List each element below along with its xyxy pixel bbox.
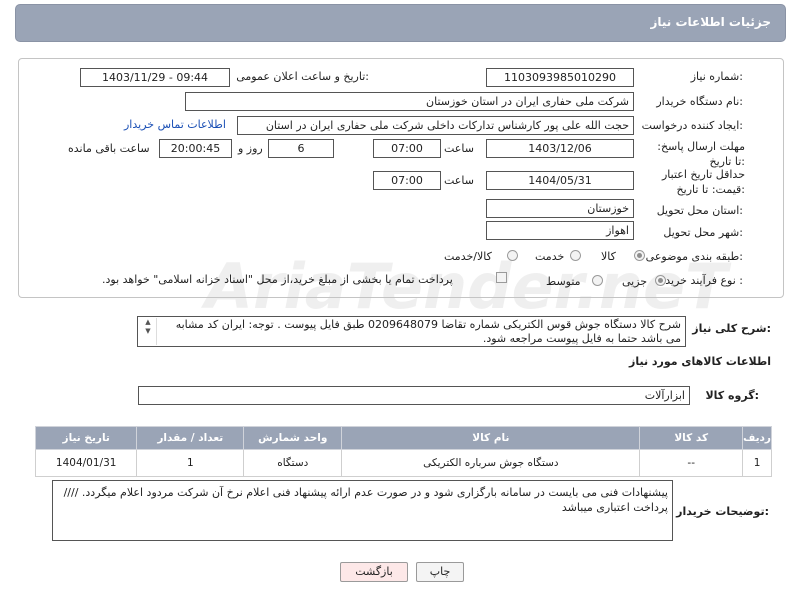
validity-date-field: 1404/05/31: [486, 171, 634, 190]
request-creator-field: حجت الله علی پور کارشناس تدارکات داخلی ش…: [237, 116, 634, 135]
cell-item-code: --: [639, 449, 744, 477]
remaining-time-field: 20:00:45: [159, 139, 232, 158]
general-description-label: شرح کلی نیاز:: [692, 322, 771, 335]
goods-info-title: اطلاعات کالاهای مورد نیاز: [629, 355, 771, 368]
process-medium-radio[interactable]: [592, 275, 603, 286]
cell-unit: دستگاه: [243, 449, 343, 477]
buyer-org-label: نام دستگاه خریدار:: [656, 95, 743, 108]
table-row: 1404/01/31 1 دستگاه دستگاه جوش سرباره ال…: [34, 449, 772, 477]
goods-table: تاریخ نیاز تعداد / مقدار واحد شمارش نام …: [34, 426, 772, 477]
process-minor-label: جزیی: [622, 275, 648, 288]
process-medium-label: متوسط: [546, 275, 581, 288]
delivery-province-field: خوزستان: [486, 199, 634, 218]
buyer-notes-label: توضیحات خریدار:: [676, 505, 769, 518]
description-scrollbar[interactable]: ▲ ▼: [140, 318, 157, 345]
general-description-box: ▲ ▼ شرح کالا دستگاه جوش قوس الکتریکی شما…: [137, 316, 686, 347]
validity-time-label: ساعت: [444, 174, 474, 187]
goods-group-field: ابزارآلات: [138, 386, 690, 405]
request-creator-label: ایجاد کننده درخواست:: [641, 119, 743, 132]
announce-datetime-field: 1403/11/29 - 09:44: [80, 68, 230, 87]
buyer-notes-text: پیشنهادات فنی می بایست در سامانه بارگزار…: [63, 486, 668, 514]
col-row-number: ردیف: [742, 426, 772, 450]
cell-quantity: 1: [136, 449, 245, 477]
need-number-field: 1103093985010290: [486, 68, 634, 87]
announce-datetime-label: تاریخ و ساعت اعلان عمومی:: [236, 70, 369, 83]
cell-row-number: 1: [742, 449, 772, 477]
cell-item-name: دستگاه جوش سرباره الکتریکی: [341, 449, 641, 477]
buyer-notes-box: پیشنهادات فنی می بایست در سامانه بارگزار…: [52, 480, 673, 541]
category-goods-service-label: کالا/خدمت: [444, 250, 492, 263]
col-unit: واحد شمارش: [243, 426, 343, 450]
deadline-date-field: 1403/12/06: [486, 139, 634, 158]
delivery-city-field: اهواز: [486, 221, 634, 240]
delivery-city-label: شهر محل تحویل:: [663, 226, 743, 239]
purchase-process-label: نوع فرآیند خرید :: [665, 274, 743, 287]
col-quantity: تعداد / مقدار: [136, 426, 245, 450]
treasury-payment-note: پرداخت تمام یا بخشی از مبلغ خرید،از محل …: [102, 273, 453, 286]
goods-group-label: گروه کالا:: [705, 389, 759, 402]
col-item-code: کد کالا: [639, 426, 744, 450]
scroll-up-icon[interactable]: ▲: [140, 318, 156, 327]
days-remaining-field: 6: [268, 139, 334, 158]
deadline-time-label: ساعت: [444, 142, 474, 155]
process-minor-radio[interactable]: [655, 275, 666, 286]
scroll-down-icon[interactable]: ▼: [140, 327, 156, 336]
delivery-province-label: استان محل تحویل:: [656, 204, 743, 217]
category-service-radio[interactable]: [570, 250, 581, 261]
price-validity-label: حداقل تاریخ اعتبار قیمت: تا تاریخ:: [661, 168, 745, 196]
print-button[interactable]: چاپ: [416, 562, 464, 582]
subject-category-label: طبقه بندی موضوعی:: [645, 250, 743, 263]
general-description-text: شرح کالا دستگاه جوش قوس الکتریکی شماره ت…: [175, 318, 681, 345]
category-service-label: خدمت: [535, 250, 565, 263]
goods-table-header: تاریخ نیاز تعداد / مقدار واحد شمارش نام …: [34, 426, 772, 450]
treasury-payment-checkbox[interactable]: [496, 272, 507, 283]
buyer-org-field: شرکت ملی حفاری ایران در استان خوزستان: [185, 92, 634, 111]
page-title: جزئیات اطلاعات نیاز: [650, 15, 771, 29]
back-button[interactable]: بازگشت: [340, 562, 408, 582]
cell-need-date: 1404/01/31: [34, 449, 138, 477]
deadline-time-field: 07:00: [373, 139, 441, 158]
need-number-label: شماره نیاز:: [690, 70, 743, 83]
page-header: جزئیات اطلاعات نیاز: [15, 4, 786, 42]
remaining-time-label: ساعت باقی مانده: [68, 142, 150, 155]
category-goods-label: کالا: [601, 250, 616, 263]
days-label: روز و: [238, 142, 263, 155]
buyer-contact-link[interactable]: اطلاعات تماس خریدار: [124, 118, 226, 131]
category-goods-service-radio[interactable]: [507, 250, 518, 261]
col-item-name: نام کالا: [341, 426, 641, 450]
validity-time-field: 07:00: [373, 171, 441, 190]
response-deadline-label: مهلت ارسال پاسخ: تا تاریخ:: [657, 140, 745, 168]
col-need-date: تاریخ نیاز: [34, 426, 138, 450]
category-goods-radio[interactable]: [634, 250, 645, 261]
